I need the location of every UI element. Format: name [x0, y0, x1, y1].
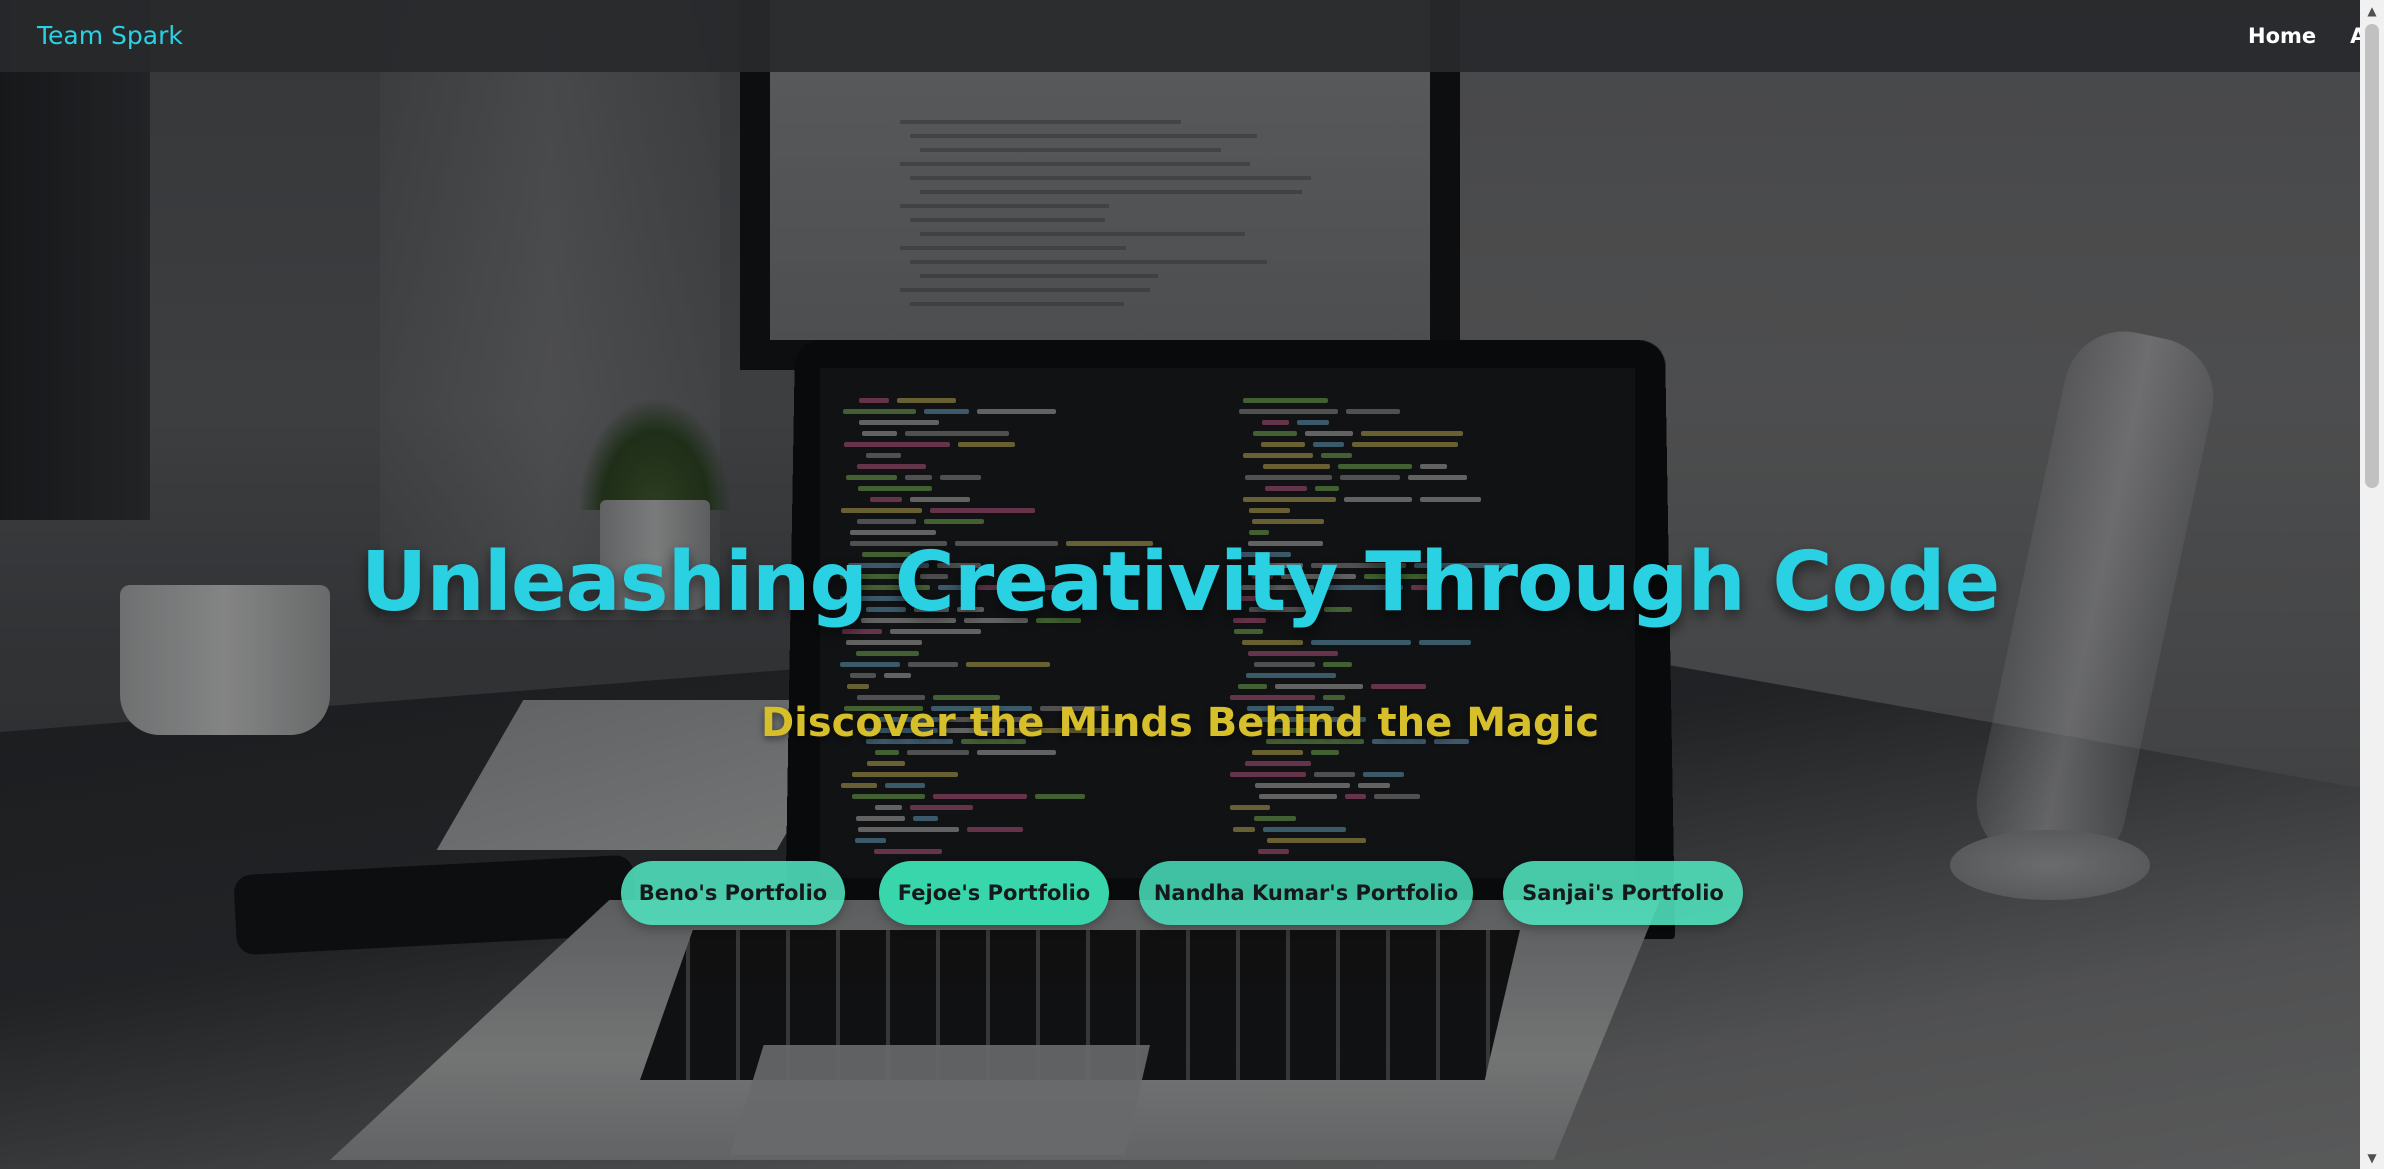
fejoe-portfolio-button[interactable]: Fejoe's Portfolio [879, 861, 1109, 925]
nav-link-home[interactable]: Home [2248, 24, 2316, 48]
scroll-thumb[interactable] [2365, 24, 2379, 488]
triangle-up-icon[interactable]: ▲ [2360, 0, 2384, 22]
brand-logo-link[interactable]: Team Spark [37, 0, 183, 72]
nandha-kumar-portfolio-button[interactable]: Nandha Kumar's Portfolio [1139, 861, 1473, 925]
page-scrollbar[interactable]: ▲ ▼ [2360, 0, 2384, 1169]
triangle-down-icon[interactable]: ▼ [2360, 1147, 2384, 1169]
navbar: Team Spark Home About [0, 0, 2360, 72]
nav-links: Home About [2248, 0, 2360, 72]
hero-subtitle: Discover the Minds Behind the Magic [760, 700, 1600, 746]
beno-portfolio-button[interactable]: Beno's Portfolio [621, 861, 845, 925]
hero-title: Unleashing Creativity Through Code [360, 535, 2000, 630]
sanjai-portfolio-button[interactable]: Sanjai's Portfolio [1503, 861, 1743, 925]
nav-link-about[interactable]: About [2350, 24, 2360, 48]
